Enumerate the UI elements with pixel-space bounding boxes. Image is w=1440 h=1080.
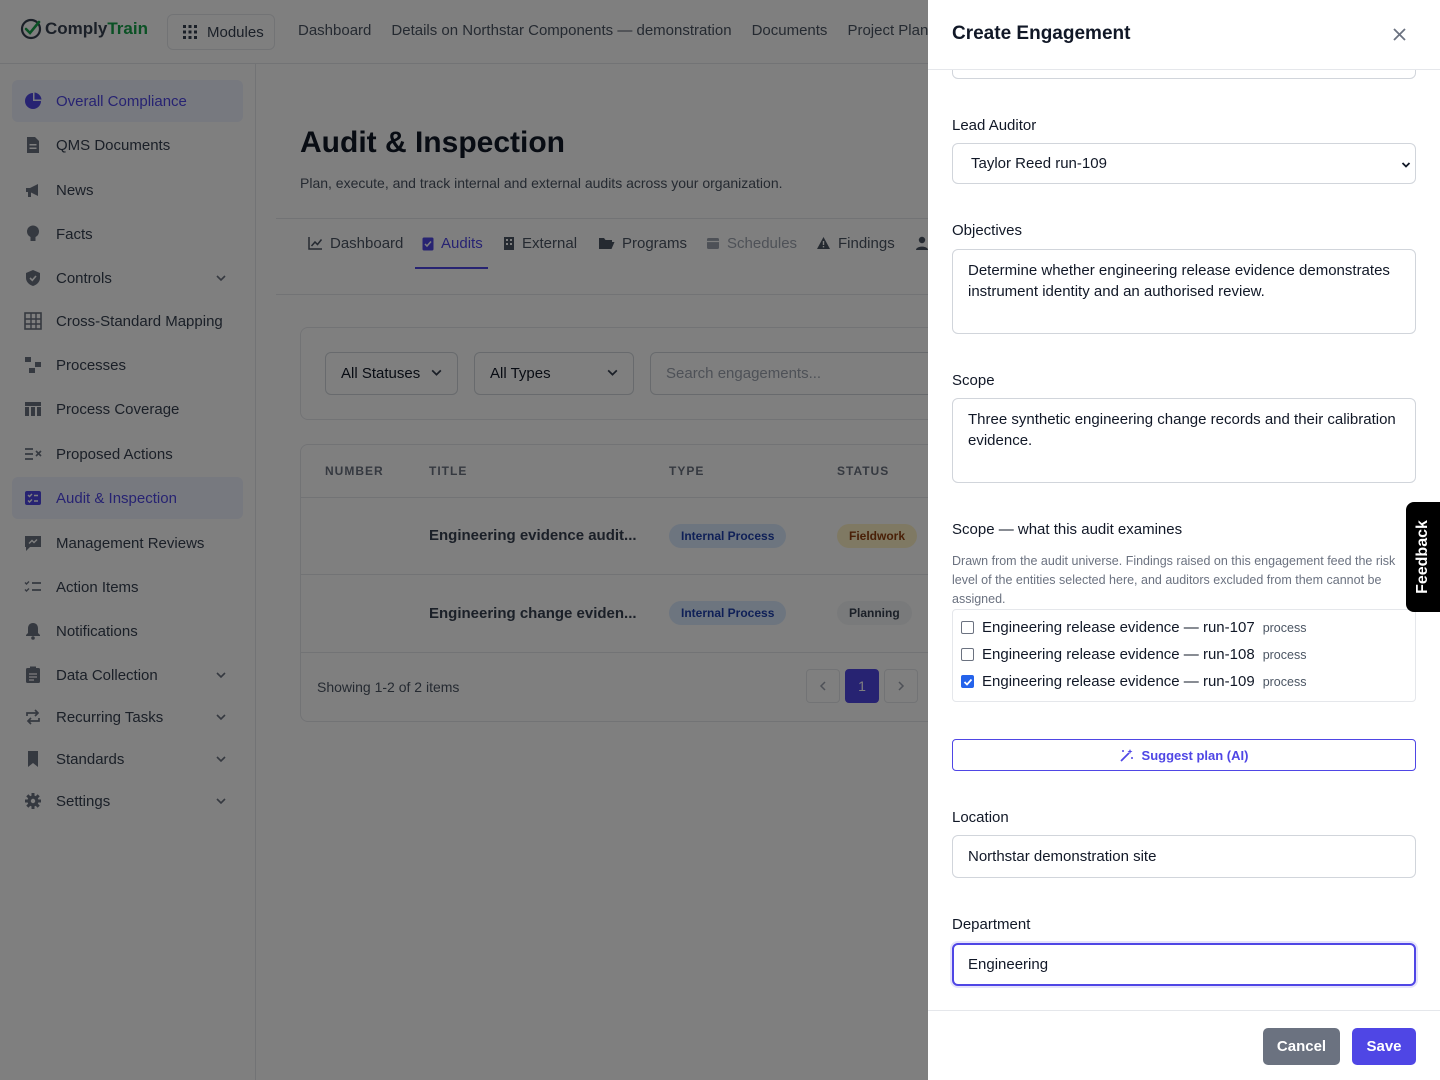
magic-wand-icon (1119, 749, 1133, 762)
scope-option-run-109[interactable]: Engineering release evidence — run-109 p… (961, 673, 1306, 690)
department-input[interactable]: Engineering (952, 943, 1416, 986)
scope-option-label: Engineering release evidence — run-107 (982, 619, 1255, 636)
scope-option-run-107[interactable]: Engineering release evidence — run-107 p… (961, 619, 1306, 636)
lead-auditor-value: Taylor Reed run-109 (971, 155, 1107, 172)
chevron-down-icon (1401, 157, 1411, 174)
scope-option-tag: process (1262, 674, 1307, 689)
scope-textarea[interactable]: Three synthetic engineering change recor… (952, 398, 1416, 483)
suggest-plan-label: Suggest plan (AI) (1141, 747, 1249, 763)
checkbox-checked[interactable] (961, 675, 974, 688)
scope-option-tag: process (1262, 647, 1307, 662)
close-icon[interactable] (1388, 23, 1410, 45)
save-button[interactable]: Save (1352, 1028, 1416, 1065)
scope-section-label: Scope — what this audit examines (952, 521, 1183, 538)
drawer-title: Create Engagement (952, 23, 1131, 44)
checkmark-icon (963, 678, 972, 686)
department-label: Department (952, 916, 1031, 933)
feedback-tab[interactable]: Feedback (1406, 502, 1440, 612)
cancel-button[interactable]: Cancel (1263, 1028, 1340, 1065)
drawer-header: Create Engagement (928, 0, 1440, 70)
feedback-label: Feedback (1414, 520, 1431, 594)
scope-help-text: Drawn from the audit universe. Findings … (952, 554, 1396, 606)
scope-option-run-108[interactable]: Engineering release evidence — run-108 p… (961, 646, 1306, 663)
drawer-footer: Cancel Save (928, 1010, 1440, 1080)
scope-option-tag: process (1262, 620, 1307, 635)
location-label: Location (952, 809, 1009, 826)
scope-option-label: Engineering release evidence — run-109 (982, 673, 1255, 690)
objectives-textarea[interactable]: Determine whether engineering release ev… (952, 249, 1416, 334)
objectives-label: Objectives (952, 222, 1023, 239)
location-input[interactable]: Northstar demonstration site (952, 835, 1416, 878)
lead-auditor-select[interactable]: Taylor Reed run-109 (952, 143, 1416, 184)
suggest-plan-button[interactable]: Suggest plan (AI) (952, 739, 1416, 771)
checkbox[interactable] (961, 648, 974, 661)
lead-auditor-label: Lead Auditor (952, 117, 1037, 134)
scope-option-label: Engineering release evidence — run-108 (982, 646, 1255, 663)
modal-backdrop[interactable] (0, 0, 928, 1080)
checkbox[interactable] (961, 621, 974, 634)
scope-label: Scope (952, 372, 995, 389)
create-engagement-drawer: Create Engagement Lead Auditor Taylor Re… (928, 0, 1440, 1080)
